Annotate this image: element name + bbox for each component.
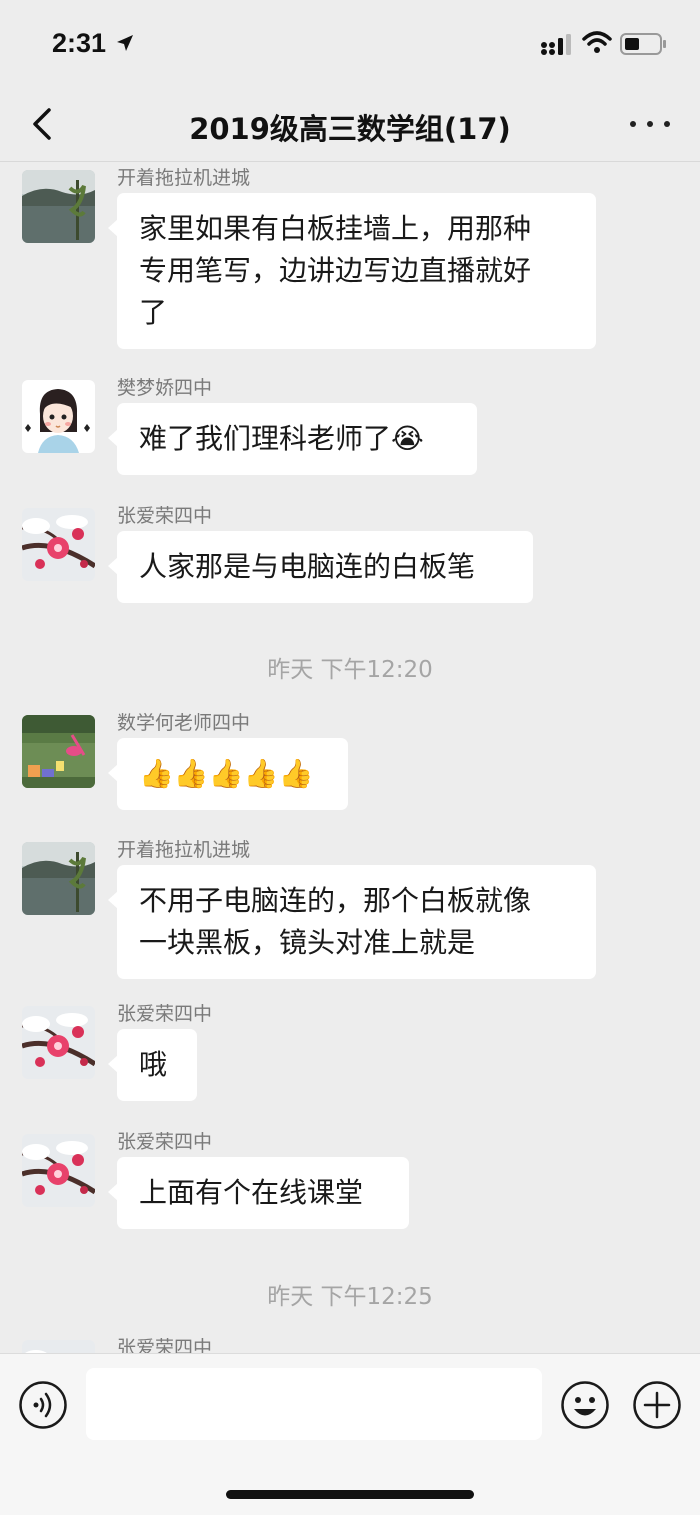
plus-icon xyxy=(633,1381,681,1429)
battery-icon xyxy=(620,33,666,55)
location-arrow-icon xyxy=(117,35,133,51)
signal-icon xyxy=(541,34,571,55)
sender-name: 樊梦娇四中 xyxy=(117,377,213,399)
message-bubble[interactable]: 人家那是与电脑连的白板笔 xyxy=(108,531,533,603)
sender-name: 数学何老师四中 xyxy=(117,712,251,734)
lake-avatar[interactable] xyxy=(22,842,95,915)
plum-blossom-avatar[interactable] xyxy=(22,1340,95,1353)
plum-blossom-avatar[interactable] xyxy=(22,508,95,581)
status-bar: 2:31 xyxy=(0,0,700,88)
message-text: 难了我们理科老师了 xyxy=(139,422,392,455)
voice-icon xyxy=(19,1381,67,1429)
garden-avatar[interactable] xyxy=(22,715,95,788)
message-text-line: 专用笔写，边讲边写边直播就好 xyxy=(139,254,532,287)
emoji-button[interactable] xyxy=(560,1380,610,1430)
message-bubble[interactable]: 👍👍👍👍👍 xyxy=(108,738,348,810)
home-indicator[interactable] xyxy=(226,1490,474,1499)
message-bubble[interactable]: 不用子电脑连的，那个白板就像 一块黑板，镜头对准上就是 xyxy=(108,865,596,979)
lake-avatar[interactable] xyxy=(22,170,95,243)
sender-name: 张爱荣四中 xyxy=(117,505,213,527)
sender-name: 张爱荣四中 xyxy=(117,1131,213,1153)
plus-button[interactable] xyxy=(632,1380,682,1430)
timestamp: 昨天 下午12:20 xyxy=(267,657,433,683)
sender-name: 开着拖拉机进城 xyxy=(117,167,251,189)
voice-button[interactable] xyxy=(18,1380,68,1430)
message-text-line: 家里如果有白板挂墙上，用那种 xyxy=(139,212,532,245)
more-button[interactable] xyxy=(630,112,670,136)
plum-blossom-avatar[interactable] xyxy=(22,1134,95,1207)
sender-name: 张爱荣四中 xyxy=(117,1003,213,1025)
message-bubble[interactable]: 上面有个在线课堂 xyxy=(108,1157,409,1229)
plum-blossom-avatar[interactable] xyxy=(22,1006,95,1079)
message-text-line: 不用子电脑连的，那个白板就像 xyxy=(139,884,532,917)
message-bubble[interactable]: 哦 xyxy=(108,1029,197,1101)
chat-title: 2019级高三数学组(17) xyxy=(189,112,511,146)
message-text: 人家那是与电脑连的白板笔 xyxy=(139,550,476,583)
message-text-line: 一块黑板，镜头对准上就是 xyxy=(139,926,476,959)
sender-name: 开着拖拉机进城 xyxy=(117,839,251,861)
thumbs-up-emoji: 👍👍👍👍👍 xyxy=(139,757,314,790)
nav-bar: 2019级高三数学组(17) xyxy=(0,88,700,162)
more-dots-icon xyxy=(630,121,636,127)
crying-laughing-emoji: 😭 xyxy=(391,422,424,455)
emoji-icon xyxy=(561,1381,609,1429)
message-input[interactable] xyxy=(86,1368,542,1440)
message-text: 上面有个在线课堂 xyxy=(139,1176,364,1209)
status-time: 2:31 xyxy=(52,28,107,58)
message-text-line: 了 xyxy=(139,296,168,329)
girl-cartoon-avatar[interactable] xyxy=(22,380,95,453)
message-bubble[interactable]: 难了我们理科老师了😭 xyxy=(108,403,477,475)
sender-name: 张爱荣四中 xyxy=(117,1337,213,1353)
timestamp: 昨天 下午12:25 xyxy=(267,1284,433,1310)
wifi-icon xyxy=(582,31,612,53)
message-text: 哦 xyxy=(139,1048,168,1081)
chat-area[interactable]: 开着拖拉机进城 家里如果有白板挂墙上，用那种 专用笔写，边讲边写边直播就好 了 xyxy=(0,163,700,1353)
message-bubble[interactable]: 家里如果有白板挂墙上，用那种 专用笔写，边讲边写边直播就好 了 xyxy=(108,193,596,349)
